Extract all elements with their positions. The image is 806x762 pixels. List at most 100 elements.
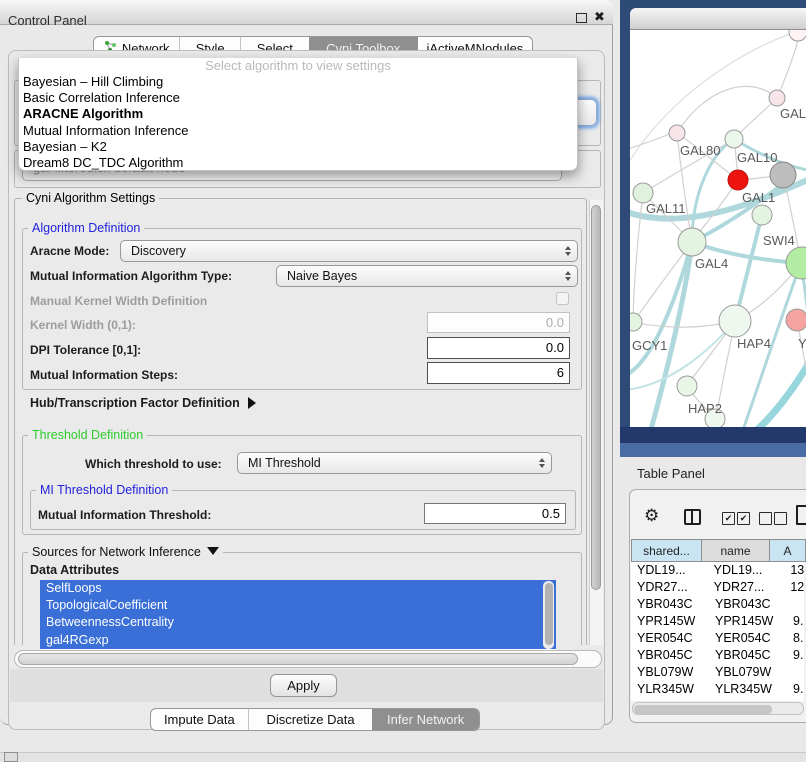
algorithm-option[interactable]: Basic Correlation Inference [19, 90, 577, 106]
mi-threshold-label: Mutual Information Threshold: [38, 508, 211, 522]
table-row[interactable]: YBR045CYBR045C9. [631, 647, 804, 664]
data-attributes-label: Data Attributes [30, 563, 119, 577]
table-cell: YPR145W [631, 613, 711, 630]
network-node-label: SWI4 [763, 233, 795, 248]
network-node-label: HAP2 [688, 401, 722, 416]
table-cell: 8. [789, 630, 803, 647]
table-cell: YIL052C [711, 698, 789, 701]
aracne-mode-combo[interactable]: Discovery [120, 240, 578, 262]
network-node[interactable] [789, 30, 806, 41]
network-node[interactable] [752, 205, 772, 225]
table-row[interactable]: YIL052CYIL052C9 [631, 698, 804, 701]
algorithm-option[interactable]: Bayesian – K2 [19, 139, 577, 155]
network-window-titlebar[interactable] [630, 8, 806, 30]
sources-group-title[interactable]: Sources for Network Inference [28, 545, 223, 559]
scrollbar-thumb[interactable] [18, 653, 578, 665]
algorithm-option[interactable]: Bayesian – Hill Climbing [19, 74, 577, 90]
tab-impute-data[interactable]: Impute Data [151, 709, 248, 730]
network-canvas[interactable]: GALGAL80GAL10GAL1GAL11GAL4SWI4GCY1HAP4YH… [630, 30, 806, 427]
select-all-checkbox-icon[interactable]: ✔ [722, 512, 735, 525]
attributes-list-scrollbar[interactable] [543, 581, 554, 649]
network-node[interactable] [678, 228, 706, 256]
gear-icon[interactable]: ⚙ [644, 506, 659, 526]
table-row[interactable]: YPR145WYPR145W9. [631, 613, 804, 630]
column-header-shared-name[interactable]: shared... [632, 540, 702, 561]
manual-kernel-checkbox[interactable] [556, 292, 569, 305]
network-frame-band [620, 443, 806, 457]
table-row[interactable]: YDL19...YDL19...13 [631, 562, 804, 579]
network-node[interactable] [769, 90, 785, 106]
aracne-mode-label: Aracne Mode: [30, 244, 109, 258]
network-edge[interactable] [677, 86, 777, 133]
collapsed-arrow-icon[interactable] [248, 397, 256, 409]
network-node[interactable] [770, 162, 796, 188]
network-node[interactable] [669, 125, 685, 141]
tab-discretize-data[interactable]: Discretize Data [249, 709, 373, 730]
algorithm-option[interactable]: Dream8 DC_TDC Algorithm [19, 155, 577, 171]
table-row[interactable]: YBL079WYBL079W [631, 664, 804, 681]
kernel-width-field[interactable]: 0.0 [427, 312, 570, 333]
network-node[interactable] [630, 313, 642, 331]
network-node[interactable] [725, 130, 743, 148]
network-node[interactable] [728, 170, 748, 190]
data-attributes-list[interactable]: SelfLoopsTopologicalCoefficientBetweenne… [40, 580, 556, 650]
algorithm-dropdown-list[interactable]: Select algorithm to view settings Bayesi… [18, 58, 578, 171]
attribute-list-item[interactable]: TopologicalCoefficient [40, 597, 556, 614]
stepper-arrows-icon [565, 246, 571, 256]
network-node[interactable] [633, 183, 653, 203]
column-header-name[interactable]: name [702, 540, 770, 561]
attribute-list-item[interactable]: SelfLoops [40, 580, 556, 597]
table-row[interactable]: YER054CYER054C8. [631, 630, 804, 647]
settings-horizontal-scrollbar[interactable] [14, 650, 602, 668]
network-edge[interactable] [750, 358, 806, 427]
table-cell: YBR043C [631, 596, 711, 613]
scrollbar-thumb[interactable] [545, 583, 553, 645]
network-node[interactable] [786, 309, 806, 331]
table-row[interactable]: YLR345WYLR345W9. [631, 681, 804, 698]
network-node-label: GAL10 [737, 150, 777, 165]
dpi-tolerance-field[interactable]: 0.0 [427, 337, 570, 359]
column-header-clipped[interactable]: A [770, 540, 805, 561]
table-cell: 12 [786, 579, 804, 596]
attribute-list-item[interactable]: BetweennessCentrality [40, 614, 556, 631]
hub-definition-toggle[interactable]: Hub/Transcription Factor Definition [30, 396, 256, 410]
network-node[interactable] [786, 247, 806, 279]
network-edge[interactable] [777, 40, 798, 98]
columns-icon-divider [691, 511, 693, 523]
table-row[interactable]: YDR27...YDR27...12 [631, 579, 804, 596]
close-icon[interactable]: ✖ [594, 9, 605, 25]
stepper-arrows-icon [539, 458, 545, 468]
table-horizontal-scrollbar[interactable] [632, 702, 804, 715]
manual-kernel-label: Manual Kernel Width Definition [30, 294, 207, 308]
control-panel-titlebar[interactable]: Control Panel ✖ [0, 0, 613, 25]
float-icon[interactable] [576, 13, 587, 23]
mi-type-combo[interactable]: Naive Bayes [276, 265, 578, 287]
cyni-settings-title: Cyni Algorithm Settings [22, 191, 159, 205]
select-all-checkbox-icon[interactable]: ✔ [737, 512, 750, 525]
table-cell: 13 [786, 562, 804, 579]
table-cell: YBL079W [631, 664, 711, 681]
which-threshold-combo[interactable]: MI Threshold [237, 452, 552, 474]
expanded-arrow-icon[interactable] [207, 547, 219, 555]
algorithm-option[interactable]: Mutual Information Inference [19, 123, 577, 139]
table-cell: YBR043C [711, 596, 789, 613]
apply-button[interactable]: Apply [270, 674, 337, 697]
attribute-list-item[interactable]: gal4RGexp [40, 632, 556, 649]
tab-infer-network[interactable]: Infer Network [372, 709, 479, 730]
network-node[interactable] [677, 376, 697, 396]
window-title: Control Panel [8, 13, 87, 28]
scrollbar-thumb[interactable] [591, 205, 601, 590]
algorithm-option[interactable]: ARACNE Algorithm [19, 106, 577, 122]
table-row[interactable]: YBR043CYBR043C [631, 596, 804, 613]
deselect-all-checkbox-icon[interactable] [774, 512, 787, 525]
document-icon[interactable] [796, 505, 806, 525]
scrollbar-thumb[interactable] [634, 705, 772, 714]
network-edge[interactable] [630, 132, 674, 150]
mi-steps-field[interactable]: 6 [427, 362, 570, 384]
network-node[interactable] [719, 305, 751, 337]
panel-toggle-icon[interactable] [4, 752, 18, 762]
table-cell: YLR345W [631, 681, 711, 698]
table-cell: 9. [789, 613, 803, 630]
mi-threshold-field[interactable]: 0.5 [424, 503, 566, 524]
deselect-all-checkbox-icon[interactable] [759, 512, 772, 525]
